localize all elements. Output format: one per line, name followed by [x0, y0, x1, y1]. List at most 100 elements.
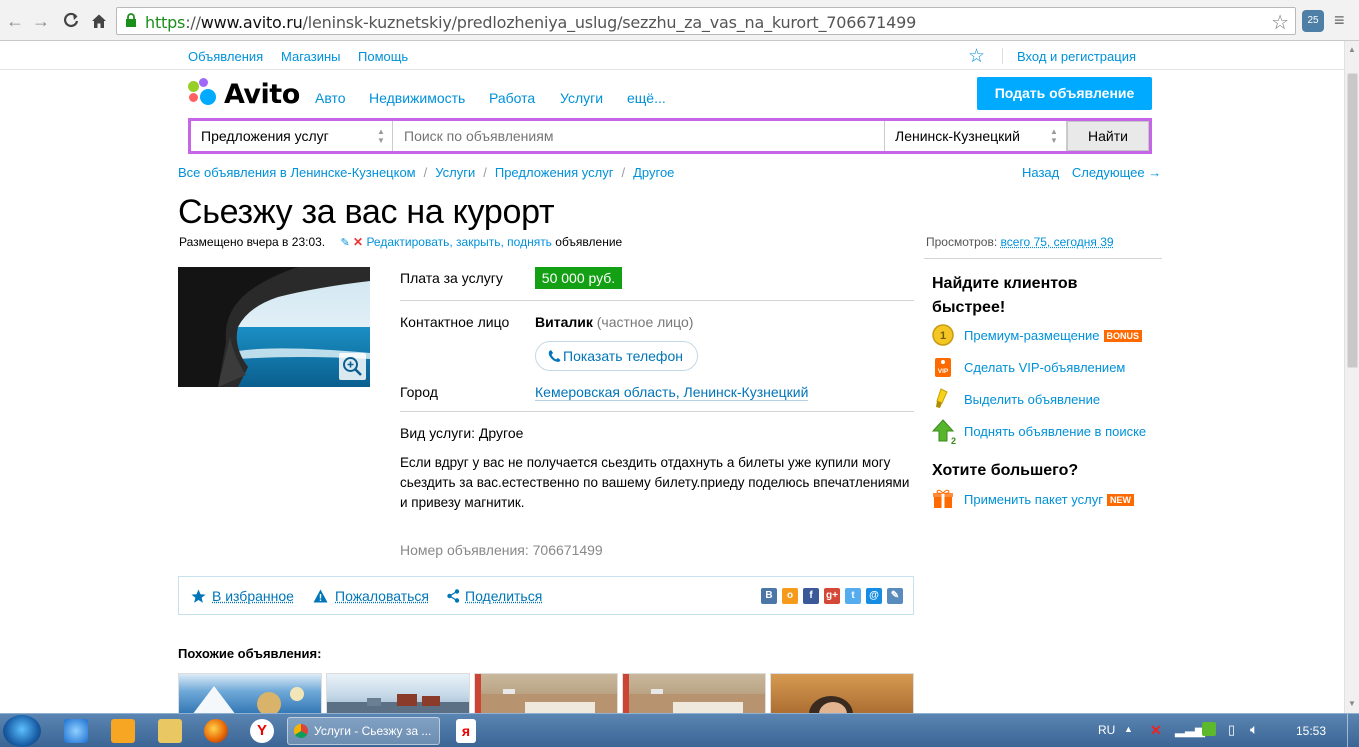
views-label: Просмотров:: [926, 235, 997, 249]
similar-ad-thumbnail[interactable]: [770, 673, 914, 718]
link-ads[interactable]: Объявления: [188, 49, 263, 64]
contact-type: (частное лицо): [597, 314, 694, 330]
facebook-icon[interactable]: f: [803, 588, 819, 604]
apply-package-link[interactable]: Применить пакет услуг: [964, 492, 1103, 507]
search-bar: Предложения услуг ▲▼ Ленинск-Кузнецкий ▲…: [188, 118, 1152, 154]
media-player-icon[interactable]: [111, 719, 135, 743]
similar-ad-thumbnail[interactable]: [178, 673, 322, 718]
login-link[interactable]: Вход и регистрация: [1017, 49, 1136, 64]
bookmark-star-icon[interactable]: ☆: [1271, 10, 1289, 35]
star-icon: [191, 589, 206, 604]
report-link[interactable]: Пожаловаться: [335, 588, 429, 604]
twitter-icon[interactable]: t: [845, 588, 861, 604]
category-select[interactable]: Предложения услуг ▲ ▼: [191, 121, 393, 151]
network-error-icon[interactable]: ✕: [1150, 722, 1162, 739]
edit-link[interactable]: Редактировать, закрыть, поднять: [366, 235, 551, 249]
add-to-favorites-link[interactable]: В избранное: [212, 588, 294, 604]
top-links-bar: Объявления Магазины Помощь ☆ Вход и реги…: [0, 41, 1344, 70]
views-link[interactable]: всего 75, сегодня 39: [1001, 235, 1114, 249]
sidebar-heading-more: Хотите большего?: [932, 459, 1078, 483]
similar-ad-thumbnail[interactable]: [326, 673, 470, 718]
chrome-task-button[interactable]: Услуги - Сьезжу за ...: [287, 717, 440, 745]
mailru-icon[interactable]: @: [866, 588, 882, 604]
city-select[interactable]: Ленинск-Кузнецкий ▲ ▼: [884, 121, 1067, 151]
breadcrumb-service-offers[interactable]: Предложения услуг: [495, 165, 614, 180]
googleplus-icon[interactable]: g+: [824, 588, 840, 604]
show-phone-button[interactable]: Показать телефон: [535, 341, 698, 371]
firefox-icon[interactable]: [204, 719, 228, 743]
raise-ad-link[interactable]: Поднять объявление в поиске: [964, 424, 1146, 439]
tray-expand-icon[interactable]: ▲: [1124, 724, 1133, 734]
scroll-up-icon[interactable]: ▲: [1348, 45, 1356, 54]
nav-realty[interactable]: Недвижимость: [369, 90, 465, 106]
link-shops[interactable]: Магазины: [281, 49, 341, 64]
vertical-scrollbar[interactable]: ▲ ▼: [1344, 41, 1359, 713]
forward-arrow-icon[interactable]: →: [30, 10, 52, 32]
scroll-down-icon[interactable]: ▼: [1348, 699, 1356, 708]
signal-icon[interactable]: ▂▃▅: [1175, 722, 1205, 738]
volume-icon[interactable]: 🔈︎: [1250, 721, 1258, 738]
reload-icon[interactable]: [60, 10, 82, 32]
similar-ad-thumbnail[interactable]: [474, 673, 618, 718]
show-desktop-button[interactable]: [1347, 714, 1359, 747]
phone-icon: [548, 349, 561, 363]
highlighter-icon: [932, 388, 954, 410]
security-icon[interactable]: [1202, 722, 1216, 736]
yandex-browser-icon[interactable]: Y: [250, 719, 274, 743]
nav-jobs[interactable]: Работа: [489, 90, 535, 106]
city-link[interactable]: Кемеровская область, Ленинск-Кузнецкий: [535, 384, 808, 401]
posted-info: Размещено вчера в 23:03. ✎ ✕ Редактирова…: [179, 235, 622, 249]
odnoklassniki-icon[interactable]: о: [782, 588, 798, 604]
back-arrow-icon[interactable]: ←: [4, 10, 26, 32]
internet-explorer-icon[interactable]: [64, 719, 88, 743]
vk-icon[interactable]: В: [761, 588, 777, 604]
nav-services[interactable]: Услуги: [560, 90, 603, 106]
link-help[interactable]: Помощь: [358, 49, 408, 64]
similar-ad-thumbnail[interactable]: [622, 673, 766, 718]
new-badge: NEW: [1107, 494, 1134, 506]
vip-tag-icon: VIP: [932, 356, 954, 378]
pencil-icon[interactable]: ✎: [340, 237, 349, 249]
share-icon: [447, 589, 460, 603]
share-link[interactable]: Поделиться: [465, 588, 542, 604]
divider: [924, 258, 1162, 259]
browser-menu-icon[interactable]: ≡: [1334, 9, 1352, 31]
address-bar[interactable]: https://www.avito.ru/leninsk-kuznetskiy/…: [116, 7, 1296, 35]
nav-auto[interactable]: Авто: [315, 90, 346, 106]
scrollbar-thumb[interactable]: [1347, 73, 1358, 368]
home-icon[interactable]: [88, 10, 110, 32]
yandex-icon[interactable]: я: [456, 719, 476, 743]
extension-icon[interactable]: 25: [1302, 10, 1324, 32]
favorites-star-icon[interactable]: ☆: [968, 45, 985, 68]
search-button[interactable]: Найти: [1067, 121, 1149, 151]
ad-actions-bar: В избранное Пожаловаться Поделиться Воfg…: [178, 576, 914, 615]
ad-number: Номер объявления: 706671499: [400, 542, 603, 558]
svg-text:1: 1: [940, 330, 946, 342]
raise-arrow-icon: 2: [932, 419, 956, 445]
clipboard-icon[interactable]: ▯: [1228, 722, 1235, 738]
start-button[interactable]: [3, 715, 41, 747]
breadcrumb-other[interactable]: Другое: [633, 165, 674, 180]
back-link[interactable]: Назад: [1022, 165, 1059, 180]
vip-item: Сделать VIP-объявлением: [964, 360, 1125, 375]
select-arrows-icon: ▲ ▼: [1050, 127, 1058, 145]
logo-text: Avito: [224, 79, 300, 110]
nav-more[interactable]: ещё...: [627, 90, 666, 106]
breadcrumb-services[interactable]: Услуги: [435, 165, 475, 180]
language-indicator[interactable]: RU: [1098, 723, 1115, 737]
clock[interactable]: 15:53: [1296, 724, 1326, 738]
phone-button-label: Показать телефон: [563, 348, 683, 364]
file-explorer-icon[interactable]: [158, 719, 182, 743]
premium-placement-link[interactable]: Премиум-размещение: [964, 328, 1100, 343]
next-link[interactable]: Следующее →: [1072, 165, 1161, 180]
close-icon[interactable]: ✕: [353, 235, 363, 249]
contact-name: Виталик: [535, 314, 593, 330]
make-vip-link[interactable]: Сделать VIP-объявлением: [964, 360, 1125, 375]
livejournal-icon[interactable]: ✎: [887, 588, 903, 604]
zoom-button[interactable]: [339, 353, 366, 380]
post-ad-button[interactable]: Подать объявление: [977, 77, 1152, 110]
breadcrumb-all-ads[interactable]: Все объявления в Ленинске-Кузнецком: [178, 165, 416, 180]
search-input[interactable]: [394, 121, 884, 151]
highlight-ad-link[interactable]: Выделить объявление: [964, 392, 1100, 407]
logo-dot: [200, 89, 216, 105]
